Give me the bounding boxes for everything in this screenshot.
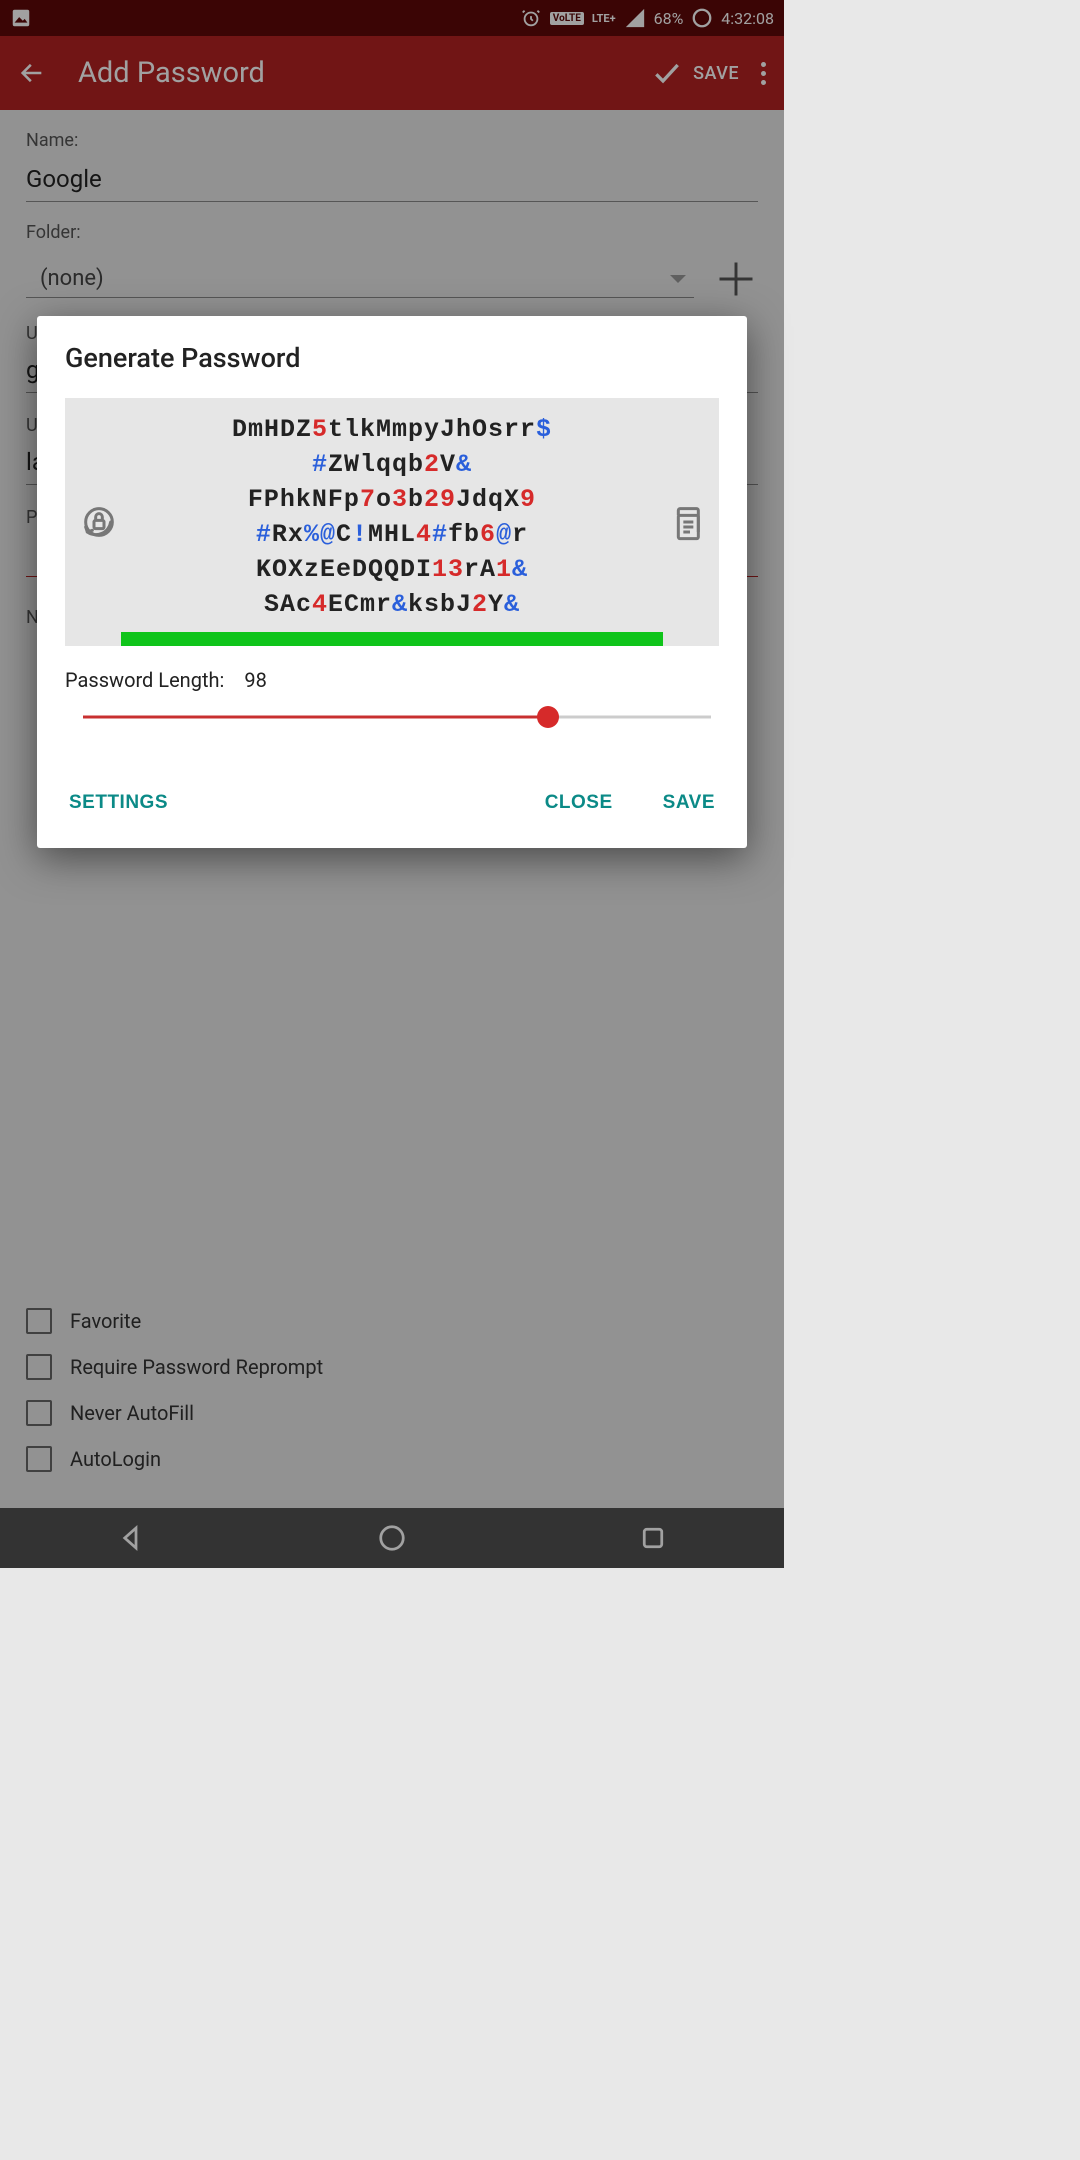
- generated-password-text: DmHDZ5tlkMmpyJhOsrr$#ZWlqqb2V&FPhkNFp7o3…: [121, 412, 663, 622]
- length-value: 98: [244, 668, 266, 692]
- regenerate-icon[interactable]: [79, 502, 119, 542]
- copy-icon[interactable]: [665, 502, 705, 542]
- close-button[interactable]: CLOSE: [541, 784, 617, 822]
- password-display: DmHDZ5tlkMmpyJhOsrr$#ZWlqqb2V&FPhkNFp7o3…: [65, 398, 719, 646]
- strength-bar: [121, 632, 663, 646]
- settings-button[interactable]: SETTINGS: [65, 784, 172, 822]
- length-label: Password Length:: [65, 668, 224, 692]
- length-slider[interactable]: [83, 702, 711, 732]
- dialog-title: Generate Password: [65, 342, 719, 374]
- dialog-save-button[interactable]: SAVE: [659, 784, 719, 822]
- generate-password-dialog: Generate Password DmHDZ5tlkMmpyJhOsrr$#Z…: [37, 316, 747, 848]
